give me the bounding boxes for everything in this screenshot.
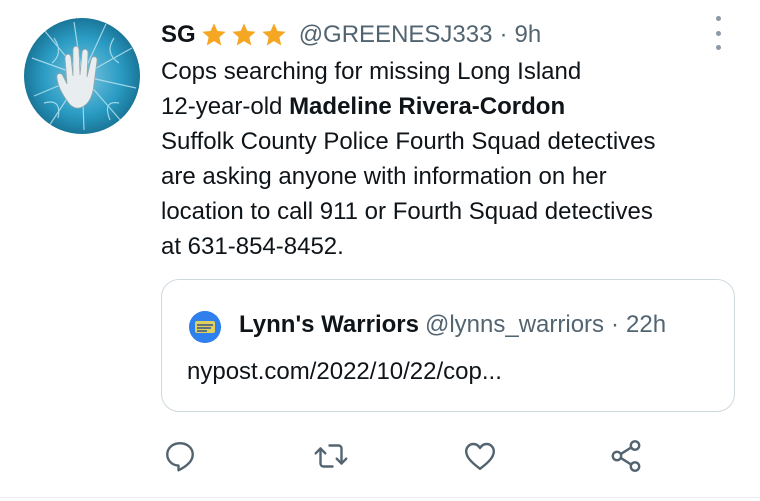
white-hand-avatar-icon <box>24 18 140 134</box>
separator-dot: · <box>611 311 620 338</box>
divider <box>0 497 760 498</box>
quoted-tweet-time[interactable]: 22h <box>626 311 666 338</box>
star-icon <box>202 23 226 46</box>
quoted-tweet-card[interactable]: Lynn's Warriors @lynns_warriors · 22h nypos… <box>161 279 735 412</box>
lynns-warriors-logo-icon[interactable] <box>189 311 221 343</box>
author-avatar[interactable] <box>24 18 140 134</box>
author-name[interactable]: SG <box>161 21 196 49</box>
more-dot <box>715 45 721 50</box>
tweet-text: Cops searching for missing Long Island 1… <box>161 54 741 264</box>
quoted-author-handle[interactable]: @lynns_warriors <box>425 311 604 338</box>
tweet-text-line: Suffolk County Police Fourth Squad detec… <box>161 128 656 155</box>
more-dot <box>715 16 721 21</box>
retweet-icon-graphic <box>314 444 348 468</box>
more-dot <box>715 30 721 36</box>
retweet-icon[interactable] <box>313 438 349 474</box>
tweet-text-prefix: 12-year-old <box>161 93 290 120</box>
share-icon[interactable] <box>608 438 644 474</box>
like-icon[interactable] <box>462 438 498 474</box>
tweet-actions <box>0 438 760 478</box>
more-vertical-icon[interactable] <box>708 15 728 51</box>
tweet-text-line: 12-year-old Madeline Rivera-Cordon <box>161 89 741 124</box>
missing-person-name: Madeline Rivera-Cordon <box>289 93 566 120</box>
tweet-text-line: location to call 911 or Fourth Squad det… <box>161 198 653 225</box>
separator-dot: · <box>499 21 508 48</box>
quoted-tweet-link[interactable]: nypost.com/2022/10/22/cop... <box>187 358 502 386</box>
star-badges <box>200 21 290 49</box>
reply-icon[interactable] <box>162 438 198 474</box>
quoted-tweet-header: Lynn's Warriors @lynns_warriors · 22h <box>239 308 666 342</box>
tweet-header: SG @GREENESJ333 · 9h <box>161 17 541 53</box>
tweet-text-line: at 631-854-8452. <box>161 233 344 260</box>
tweet-text-line: Cops searching for missing Long Island <box>161 58 582 85</box>
star-icon <box>232 23 256 46</box>
lynns-warriors-logo-graphic <box>189 311 221 343</box>
author-handle[interactable]: @GREENESJ333 <box>299 21 493 49</box>
quoted-author-name[interactable]: Lynn's Warriors <box>239 311 419 338</box>
tweet-time[interactable]: 9h <box>514 21 541 49</box>
tweet-text-line: are asking anyone with information on he… <box>161 163 607 190</box>
like-icon-graphic <box>465 442 495 470</box>
reply-icon-graphic <box>166 442 194 472</box>
star-icon <box>262 23 286 46</box>
share-icon-graphic <box>611 440 641 472</box>
